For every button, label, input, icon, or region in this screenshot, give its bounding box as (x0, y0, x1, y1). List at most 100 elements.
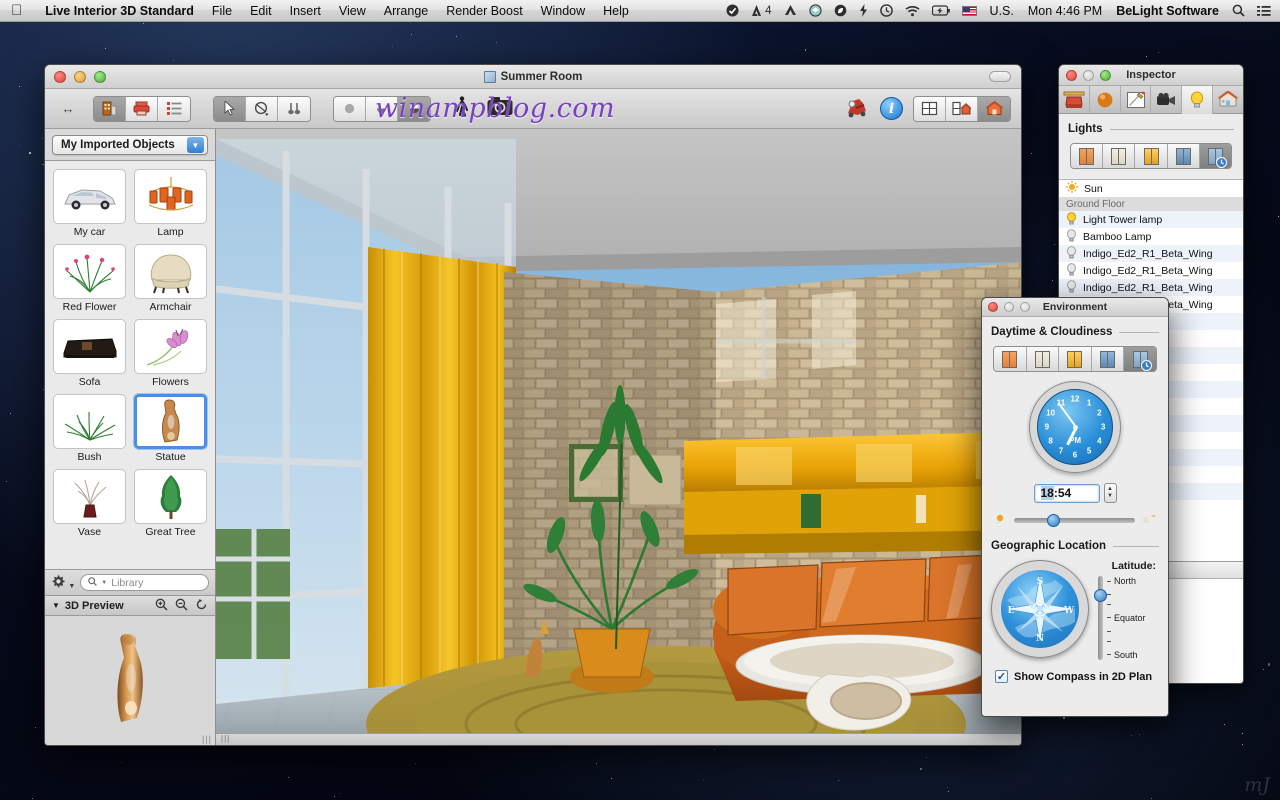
library-item-my-car[interactable]: My car (49, 167, 130, 242)
2d-3d-split-icon[interactable] (946, 96, 978, 121)
notification-center-icon[interactable] (1251, 0, 1280, 22)
close-button[interactable] (54, 70, 66, 83)
preset-sunny-icon[interactable] (1059, 347, 1092, 371)
list-item[interactable]: Indigo_Ed2_R1_Beta_Wing (1059, 245, 1243, 262)
library-collection-popup[interactable]: My Imported Objects ▼ (52, 135, 208, 155)
toolbar-toggle-button[interactable] (989, 71, 1011, 82)
zoom-out-icon[interactable] (175, 598, 188, 614)
menu-app-name[interactable]: Live Interior 3D Standard (36, 0, 203, 22)
walkthrough-icon[interactable] (453, 96, 473, 121)
time-hours[interactable]: 18 (1040, 486, 1054, 500)
preset-night-icon[interactable] (1167, 144, 1200, 168)
arrow-select-icon[interactable] (214, 96, 246, 121)
flash-icon[interactable] (853, 0, 874, 22)
library-item-great-tree[interactable]: Great Tree (130, 467, 211, 542)
apple-icon[interactable]:  (11, 3, 22, 18)
evernote-icon[interactable] (828, 0, 853, 22)
menu-help[interactable]: Help (594, 0, 638, 22)
library-item-armchair[interactable]: Armchair (130, 242, 211, 317)
time-minutes[interactable]: 54 (1058, 486, 1071, 500)
library-item-red-flower[interactable]: Red Flower (49, 242, 130, 317)
list-item[interactable]: Light Tower lamp (1059, 211, 1243, 228)
checkmark-circle-icon[interactable] (720, 0, 745, 22)
stepper-down-icon[interactable]: ▼ (1107, 493, 1113, 500)
rotate-icon[interactable] (195, 598, 208, 614)
preset-sunrise-icon[interactable] (994, 347, 1027, 371)
preview-viewport[interactable]: ||| (45, 616, 215, 745)
list-item[interactable]: Bamboo Lamp (1059, 228, 1243, 245)
library-item-lamp[interactable]: Lamp (130, 167, 211, 242)
minimize-button[interactable] (1083, 69, 1094, 81)
close-button[interactable] (1066, 69, 1077, 81)
search-input[interactable]: ▼ Library (80, 574, 209, 591)
shading-render-icon[interactable] (398, 96, 430, 121)
show-compass-checkbox[interactable]: ✓ (995, 670, 1008, 683)
gear-icon[interactable]: ▼ (51, 574, 75, 591)
edit-inspector-icon[interactable] (1121, 85, 1152, 114)
list-item[interactable]: Sun (1059, 180, 1243, 197)
2d-plan-icon[interactable] (914, 96, 946, 121)
inspector-title-bar[interactable]: Inspector (1059, 65, 1243, 86)
latitude-track[interactable] (1094, 576, 1107, 660)
zoom-button[interactable] (94, 70, 106, 83)
preview-header[interactable]: ▼ 3D Preview (45, 595, 215, 616)
input-source-flag-icon[interactable] (956, 0, 983, 22)
menu-view[interactable]: View (330, 0, 375, 22)
adobe-icon[interactable]: 4 (745, 0, 777, 22)
time-input[interactable]: 18:54 (1033, 483, 1100, 503)
camera-inspector-icon[interactable] (1151, 85, 1183, 114)
latitude-slider[interactable]: North Equator South (1094, 576, 1159, 660)
walk-measure-icon[interactable] (278, 96, 310, 121)
menu-arrange[interactable]: Arrange (375, 0, 437, 22)
library-item-sofa[interactable]: Sofa (49, 317, 130, 392)
latitude-knob[interactable] (1094, 589, 1107, 603)
zoom-in-icon[interactable] (155, 598, 168, 614)
input-source-label[interactable]: U.S. (983, 4, 1021, 18)
preset-night-icon[interactable] (1091, 347, 1125, 371)
wifi-icon[interactable] (899, 0, 926, 22)
menu-render-boost[interactable]: Render Boost (437, 0, 531, 22)
minimize-button[interactable] (1004, 302, 1014, 312)
battery-icon[interactable] (926, 0, 956, 22)
shading-gradient-icon[interactable] (366, 96, 398, 121)
render-boost-icon[interactable] (844, 95, 870, 122)
time-stepper[interactable]: ▲ ▼ (1103, 483, 1117, 503)
material-inspector-icon[interactable] (1090, 85, 1121, 114)
slider-knob[interactable] (1046, 514, 1060, 527)
left-right-arrows-icon[interactable]: ↔ (55, 101, 81, 116)
environment-title-bar[interactable]: Environment (982, 298, 1168, 317)
menu-edit[interactable]: Edit (241, 0, 281, 22)
building-icon[interactable] (94, 96, 126, 121)
menu-bar-clock[interactable]: Mon 4:46 PM (1021, 4, 1109, 18)
dropbox-icon[interactable] (803, 0, 828, 22)
3d-viewport[interactable]: ||| (216, 129, 1021, 745)
stepper-up-icon[interactable]: ▲ (1107, 486, 1113, 493)
library-item-bush[interactable]: Bush (49, 392, 130, 467)
current-user[interactable]: BeLight Software (1109, 4, 1226, 18)
cloudiness-slider[interactable] (1014, 514, 1135, 527)
info-icon[interactable]: i (880, 97, 903, 120)
list-item[interactable]: Indigo_Ed2_R1_Beta_Wing (1059, 262, 1243, 279)
analog-clock[interactable]: 12 1 2 3 4 5 6 7 8 9 10 11 PM (1029, 381, 1121, 473)
window-title-bar[interactable]: Summer Room (45, 65, 1021, 89)
3d-view-icon[interactable] (978, 96, 1010, 121)
chevron-down-icon[interactable]: ▼ (187, 137, 204, 153)
preset-custom-time-icon[interactable] (1124, 347, 1156, 371)
camera-icon[interactable] (485, 96, 515, 121)
menu-insert[interactable]: Insert (281, 0, 330, 22)
zoom-button[interactable] (1100, 69, 1111, 81)
preset-custom-time-icon[interactable] (1199, 144, 1231, 168)
object-inspector-icon[interactable] (1059, 85, 1090, 114)
show-compass-row[interactable]: ✓ Show Compass in 2D Plan (991, 670, 1159, 683)
preset-morning-icon[interactable] (1071, 144, 1104, 168)
compass-rose-icon[interactable]: S N E W (991, 560, 1089, 658)
library-item-statue[interactable]: Statue (130, 392, 211, 467)
rotate-icon[interactable] (246, 96, 278, 121)
show-compass-label[interactable]: Show Compass in 2D Plan (1014, 671, 1152, 683)
list-icon[interactable] (158, 96, 190, 121)
printer-icon[interactable] (126, 96, 158, 121)
building-inspector-icon[interactable] (1213, 86, 1243, 114)
search-icon[interactable] (1226, 0, 1251, 22)
google-drive-icon[interactable] (778, 0, 803, 22)
light-inspector-icon[interactable] (1182, 85, 1214, 114)
